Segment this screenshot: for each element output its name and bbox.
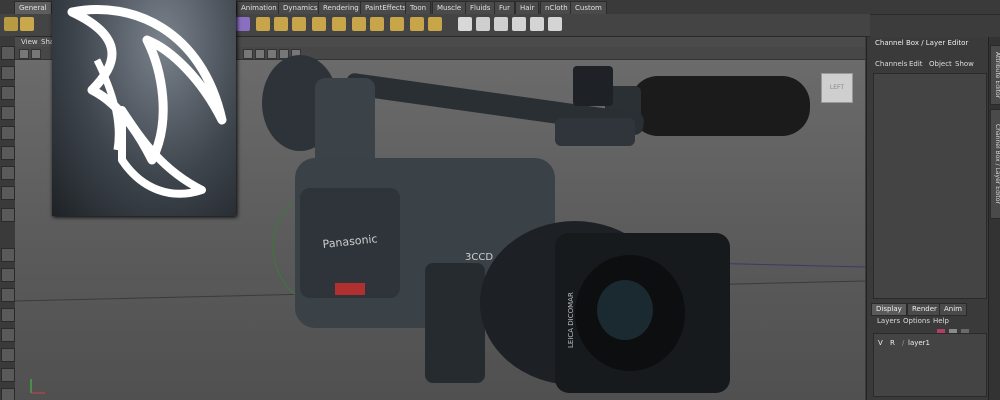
cube-icon[interactable]	[20, 17, 34, 31]
tab-muscle[interactable]: Muscle	[432, 1, 467, 15]
checker-icon[interactable]	[458, 17, 472, 31]
layout-graph-icon[interactable]	[1, 328, 15, 342]
layer-render-toggle[interactable]: R	[890, 339, 895, 347]
layout-outliner-icon[interactable]	[1, 308, 15, 322]
layer-slash-icon: /	[902, 339, 905, 347]
menu-object[interactable]: Object	[929, 60, 952, 68]
tab-render[interactable]: Render	[907, 303, 942, 316]
field-icon[interactable]	[292, 17, 306, 31]
fluid-extend-icon[interactable]	[332, 17, 346, 31]
menu-channels[interactable]: Channels	[875, 60, 907, 68]
tab-channel-box[interactable]: Channel Box / Layer Editor	[990, 109, 1000, 219]
microphone	[630, 76, 810, 136]
tab-toon[interactable]: Toon	[405, 1, 432, 15]
channel-box-menu: Channels Edit Object Show	[867, 59, 989, 71]
select-tool-icon[interactable]	[1, 46, 15, 60]
view-cube[interactable]: LEFT	[821, 73, 853, 103]
emitter-icon[interactable]	[256, 17, 270, 31]
fluid-paint-icon[interactable]	[312, 17, 326, 31]
channel-list-area[interactable]	[873, 73, 987, 299]
tab-custom[interactable]: Custom	[570, 1, 607, 15]
tab-fluids[interactable]: Fluids	[465, 1, 496, 15]
menu-show[interactable]: Show	[955, 60, 974, 68]
layer-list-area: V R / layer1	[873, 333, 987, 397]
layout-persp-icon[interactable]	[1, 288, 15, 302]
toolbox	[0, 36, 16, 400]
tab-attribute-editor[interactable]: Attribute Editor	[990, 45, 1000, 105]
scale-tool-icon[interactable]	[1, 146, 15, 160]
layout-single-icon[interactable]	[1, 248, 15, 262]
last-tool-icon[interactable]	[1, 208, 15, 222]
control-panel	[425, 263, 485, 383]
sphere-icon[interactable]	[4, 17, 18, 31]
checker-icon-6[interactable]	[548, 17, 562, 31]
layer-editor-tabs: Display Render Anim	[869, 303, 987, 316]
tab-painteffects[interactable]: PaintEffects	[360, 1, 412, 15]
layer-visibility-toggle[interactable]: V	[878, 339, 883, 347]
menu-help[interactable]: Help	[933, 317, 949, 325]
video-camera-model: Panasonic 3CCD LEICA DICOMAR	[262, 55, 810, 393]
fluid-container-icon[interactable]	[236, 17, 250, 31]
channel-box-title: Channel Box / Layer Editor	[875, 39, 969, 47]
tab-dynamics[interactable]: Dynamics	[278, 1, 323, 15]
soft-mod-icon[interactable]	[1, 186, 15, 200]
menu-edit[interactable]: Edit	[909, 60, 923, 68]
handle-grip	[555, 118, 635, 146]
paint-select-icon[interactable]	[1, 86, 15, 100]
layer-editor-menu: Layers Options Help	[867, 317, 989, 337]
rotate-tool-icon[interactable]	[1, 126, 15, 140]
layout-custom-icon[interactable]	[1, 388, 15, 400]
tab-hair[interactable]: Hair	[515, 1, 540, 15]
checker-icon-2[interactable]	[476, 17, 490, 31]
channel-box-panel: Channel Box / Layer Editor Channels Edit…	[866, 37, 989, 400]
fluid-boat-icon[interactable]	[428, 17, 442, 31]
tab-animation[interactable]: Animation	[236, 1, 282, 15]
move-tool-icon[interactable]	[1, 106, 15, 120]
tab-fur[interactable]: Fur	[494, 1, 515, 15]
maya-window: General Animation Dynamics Rendering Pai…	[0, 0, 1000, 400]
side-tab-strip: Attribute Editor Channel Box / Layer Edi…	[988, 37, 1000, 400]
tab-anim[interactable]: Anim	[939, 303, 967, 316]
checker-icon-4[interactable]	[512, 17, 526, 31]
menu-layers[interactable]: Layers	[877, 317, 900, 325]
tab-general[interactable]: General	[14, 1, 52, 15]
model-label: 3CCD	[465, 252, 493, 263]
fluid-pond-icon[interactable]	[390, 17, 404, 31]
menu-options[interactable]: Options	[903, 317, 930, 325]
layout-four-icon[interactable]	[1, 268, 15, 282]
fluid-wake-icon[interactable]	[410, 17, 424, 31]
lasso-tool-icon[interactable]	[1, 66, 15, 80]
layout-render-icon[interactable]	[1, 368, 15, 382]
axis-indicator	[30, 379, 45, 394]
layout-hypershade-icon[interactable]	[1, 348, 15, 362]
manipulator-icon[interactable]	[1, 166, 15, 180]
lens-label: LEICA DICOMAR	[567, 292, 575, 348]
maya-logo-card	[52, 0, 236, 216]
tab-rendering[interactable]: Rendering	[318, 1, 364, 15]
maya-logo-icon	[67, 5, 227, 198]
tab-ncloth[interactable]: nCloth	[540, 1, 573, 15]
red-badge	[335, 283, 365, 295]
checker-icon-5[interactable]	[530, 17, 544, 31]
emitter-icon-2[interactable]	[274, 17, 288, 31]
fluid-collide-icon[interactable]	[352, 17, 366, 31]
fluid-ocean-icon[interactable]	[370, 17, 384, 31]
tab-display[interactable]: Display	[871, 303, 907, 316]
checker-icon-3[interactable]	[494, 17, 508, 31]
layer-name[interactable]: layer1	[908, 339, 930, 347]
